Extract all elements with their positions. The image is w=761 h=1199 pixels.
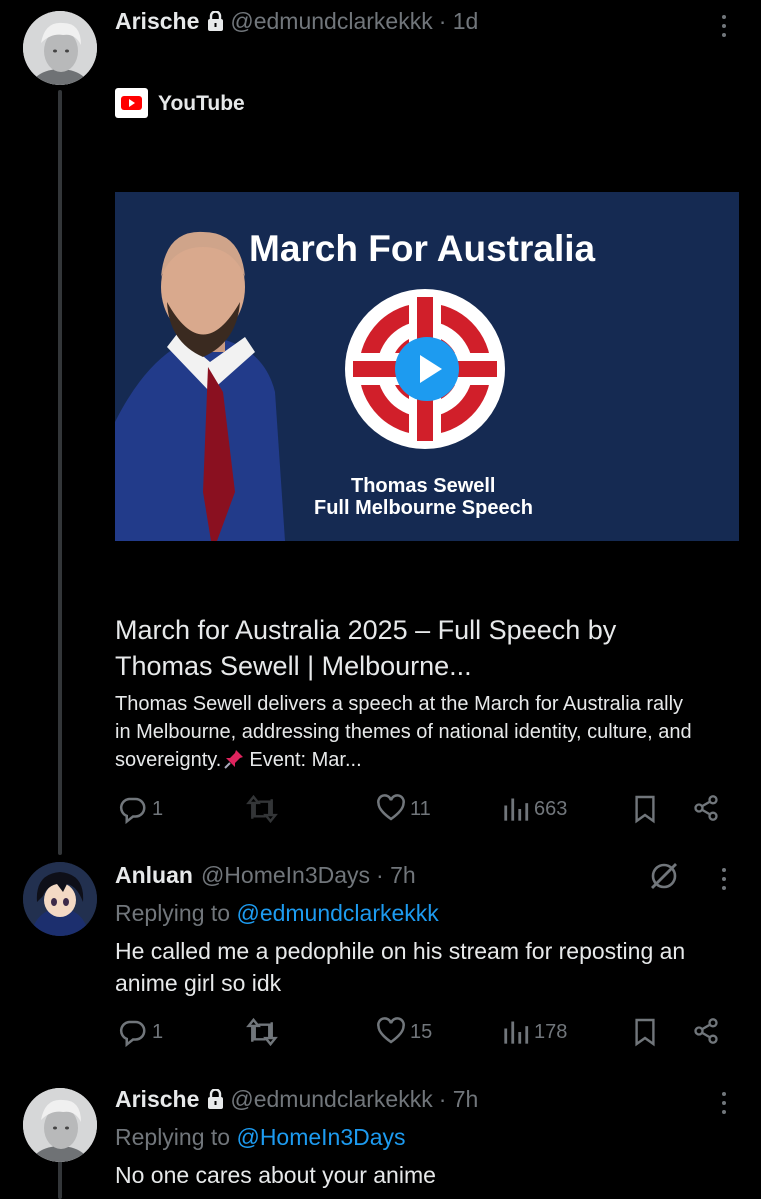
- bookmark-icon: [635, 795, 655, 824]
- heart-icon: [377, 1017, 405, 1044]
- post-text: No one cares about your anime: [115, 1159, 436, 1191]
- replying-to: Replying to @HomeIn3Days: [115, 1124, 406, 1151]
- avatar[interactable]: [23, 862, 97, 936]
- link-description: Thomas Sewell delivers a speech at the M…: [115, 690, 692, 774]
- reply-icon: [119, 1020, 146, 1047]
- mention-link[interactable]: @HomeIn3Days: [236, 1124, 405, 1150]
- post-text-line: He called me a pedophile on his stream f…: [115, 938, 686, 964]
- mention-link[interactable]: @edmundclarkekkk: [236, 900, 438, 926]
- video-thumbnail[interactable]: March For Australia Thomas Sewell Full M…: [115, 192, 739, 541]
- like-button[interactable]: 15: [376, 1017, 432, 1047]
- pushpin-icon: [224, 750, 244, 769]
- reply-count: 1: [152, 797, 164, 820]
- thumbnail-caption-line2: Full Melbourne Speech: [314, 497, 533, 519]
- more-options-icon[interactable]: [714, 11, 734, 41]
- link-title[interactable]: March for Australia 2025 – Full Speech b…: [115, 612, 616, 684]
- bookmark-button[interactable]: [633, 1017, 657, 1047]
- views-button[interactable]: 663: [502, 794, 567, 824]
- avatar[interactable]: [23, 11, 97, 85]
- play-button[interactable]: [395, 337, 459, 401]
- replying-label: Replying to: [115, 900, 231, 926]
- reply-icon: [119, 797, 146, 824]
- share-button[interactable]: [692, 793, 720, 823]
- description-line: sovereignty.: [115, 749, 222, 771]
- post-header: Arische @edmundclarkekkk · 7h: [115, 1086, 478, 1113]
- like-count: 15: [410, 1020, 433, 1043]
- link-title-line: March for Australia 2025 – Full Speech b…: [115, 615, 617, 645]
- retweet-icon: [246, 794, 278, 824]
- bookmark-icon: [635, 1018, 655, 1047]
- post-time[interactable]: · 1d: [439, 8, 479, 34]
- author-name[interactable]: Arische: [115, 1086, 199, 1112]
- views-chart-icon: [504, 798, 529, 821]
- description-line: Event: Mar...: [249, 749, 362, 771]
- author-handle[interactable]: @edmundclarkekkk: [230, 1086, 432, 1112]
- retweet-icon: [246, 1017, 278, 1047]
- lock-icon: [208, 1089, 224, 1109]
- bookmark-button[interactable]: [633, 794, 657, 824]
- reply-button[interactable]: 1: [118, 1017, 163, 1047]
- replying-to: Replying to @edmundclarkekkk: [115, 900, 439, 927]
- post-text: He called me a pedophile on his stream f…: [115, 935, 685, 999]
- post-header: Arische @edmundclarkekkk · 1d: [115, 8, 478, 35]
- heart-icon: [377, 794, 405, 821]
- link-site-name: YouTube: [158, 92, 245, 115]
- reply-count: 1: [152, 1020, 164, 1043]
- like-count: 11: [410, 797, 431, 820]
- reply-button[interactable]: 1: [118, 794, 163, 824]
- share-icon: [694, 795, 718, 821]
- share-icon: [694, 1018, 718, 1044]
- grok-icon[interactable]: [648, 860, 680, 897]
- post-text-line: No one cares about your anime: [115, 1162, 436, 1188]
- play-icon: [420, 355, 442, 383]
- thumbnail-headline: March For Australia: [249, 228, 596, 269]
- thumbnail-caption-line1: Thomas Sewell: [351, 475, 496, 497]
- post-header: Anluan @HomeIn3Days · 7h: [115, 862, 416, 889]
- post-time[interactable]: · 7h: [376, 862, 416, 888]
- author-name[interactable]: Anluan: [115, 862, 193, 888]
- views-count: 178: [534, 1020, 568, 1043]
- replying-label: Replying to: [115, 1124, 231, 1150]
- like-button[interactable]: 11: [376, 794, 431, 824]
- views-chart-icon: [504, 1021, 529, 1044]
- youtube-logo-icon: [115, 88, 148, 118]
- link-title-line: Thomas Sewell | Melbourne...: [115, 651, 472, 681]
- retweet-button[interactable]: [245, 794, 279, 824]
- author-handle[interactable]: @HomeIn3Days: [201, 862, 370, 888]
- thread-line: [58, 90, 62, 855]
- author-name[interactable]: Arische: [115, 8, 199, 34]
- author-handle[interactable]: @edmundclarkekkk: [230, 8, 432, 34]
- avatar[interactable]: [23, 1088, 97, 1162]
- more-options-icon[interactable]: [714, 864, 734, 894]
- post-time[interactable]: · 7h: [439, 1086, 479, 1112]
- description-line: Thomas Sewell delivers a speech at the M…: [115, 693, 684, 715]
- lock-icon: [208, 11, 224, 31]
- views-button[interactable]: 178: [502, 1017, 567, 1047]
- share-button[interactable]: [692, 1016, 720, 1046]
- views-count: 663: [534, 797, 568, 820]
- retweet-button[interactable]: [245, 1017, 279, 1047]
- post-text-line: anime girl so idk: [115, 970, 282, 996]
- description-line: in Melbourne, addressing themes of natio…: [115, 721, 692, 743]
- more-options-icon[interactable]: [714, 1088, 734, 1118]
